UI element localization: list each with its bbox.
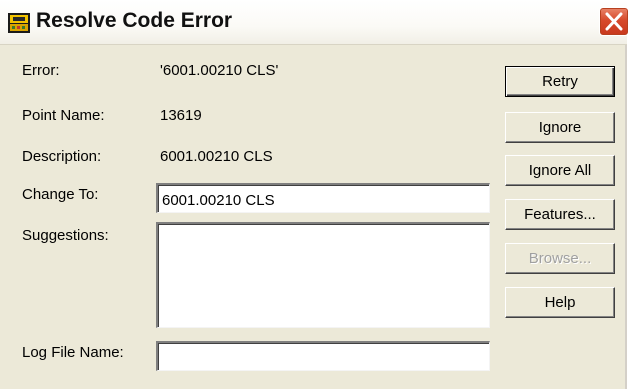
features-button[interactable]: Features... [505, 199, 615, 230]
change-to-label: Change To: [22, 186, 99, 203]
help-button[interactable]: Help [505, 287, 615, 318]
title-bar[interactable]: Resolve Code Error [0, 0, 629, 45]
suggestions-listbox[interactable] [156, 222, 490, 328]
change-to-input[interactable] [156, 183, 490, 213]
close-button[interactable] [599, 7, 629, 36]
point-name-value: 13619 [160, 107, 202, 124]
error-label: Error: [22, 62, 60, 79]
close-icon [605, 12, 623, 31]
retry-button[interactable]: Retry [505, 66, 615, 97]
error-value: '6001.00210 CLS' [160, 62, 279, 79]
dialog-title: Resolve Code Error [36, 9, 233, 32]
description-value: 6001.00210 CLS [160, 148, 273, 165]
ignore-button[interactable]: Ignore [505, 112, 615, 143]
browse-button: Browse... [505, 243, 615, 274]
survey-app-icon [8, 13, 30, 33]
ignore-all-button[interactable]: Ignore All [505, 155, 615, 186]
log-file-name-input[interactable] [156, 341, 490, 371]
resolve-code-error-dialog: Resolve Code Error Error: '6001.00210 CL… [0, 0, 629, 389]
suggestions-label: Suggestions: [22, 227, 109, 244]
description-label: Description: [22, 148, 102, 165]
log-file-name-label: Log File Name: [22, 344, 124, 361]
point-name-label: Point Name: [22, 107, 105, 124]
